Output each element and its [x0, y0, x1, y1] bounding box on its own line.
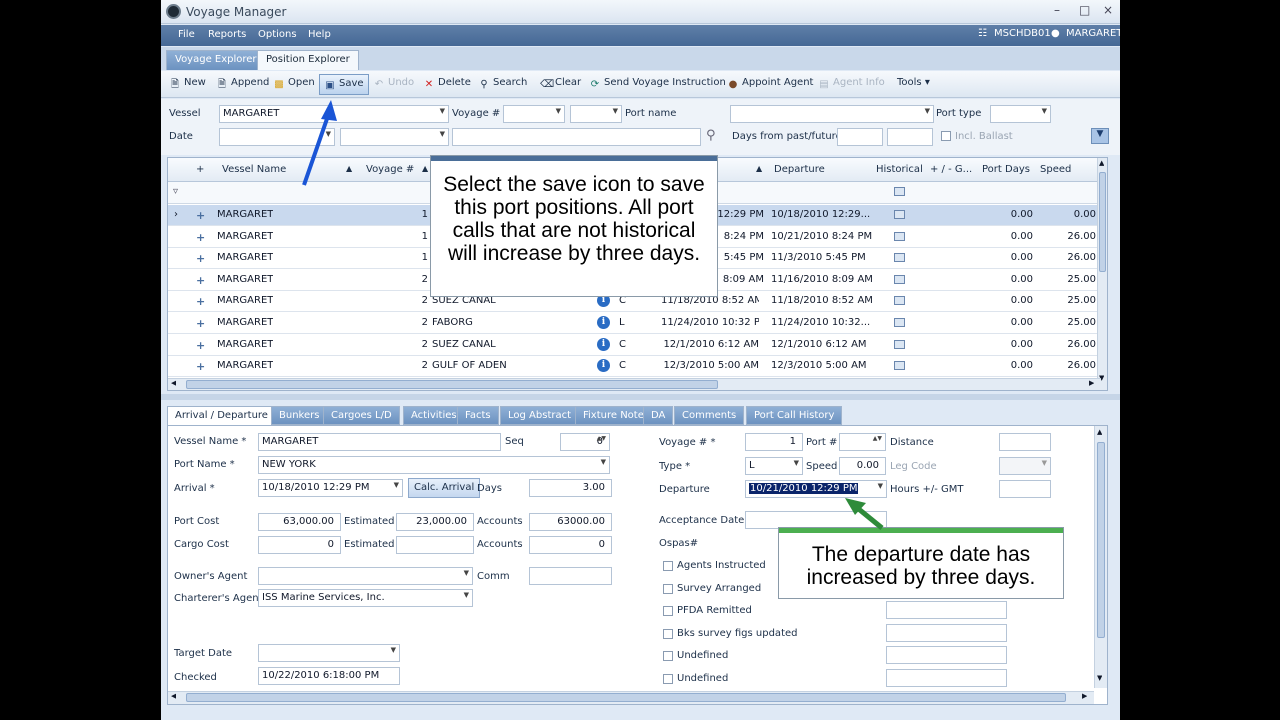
voyage-manager-window: Voyage Manager – □ × File Reports Option… — [161, 0, 1120, 720]
blue-arrow — [302, 100, 337, 186]
green-arrow — [845, 498, 884, 530]
annotation-arrows — [302, 100, 884, 530]
